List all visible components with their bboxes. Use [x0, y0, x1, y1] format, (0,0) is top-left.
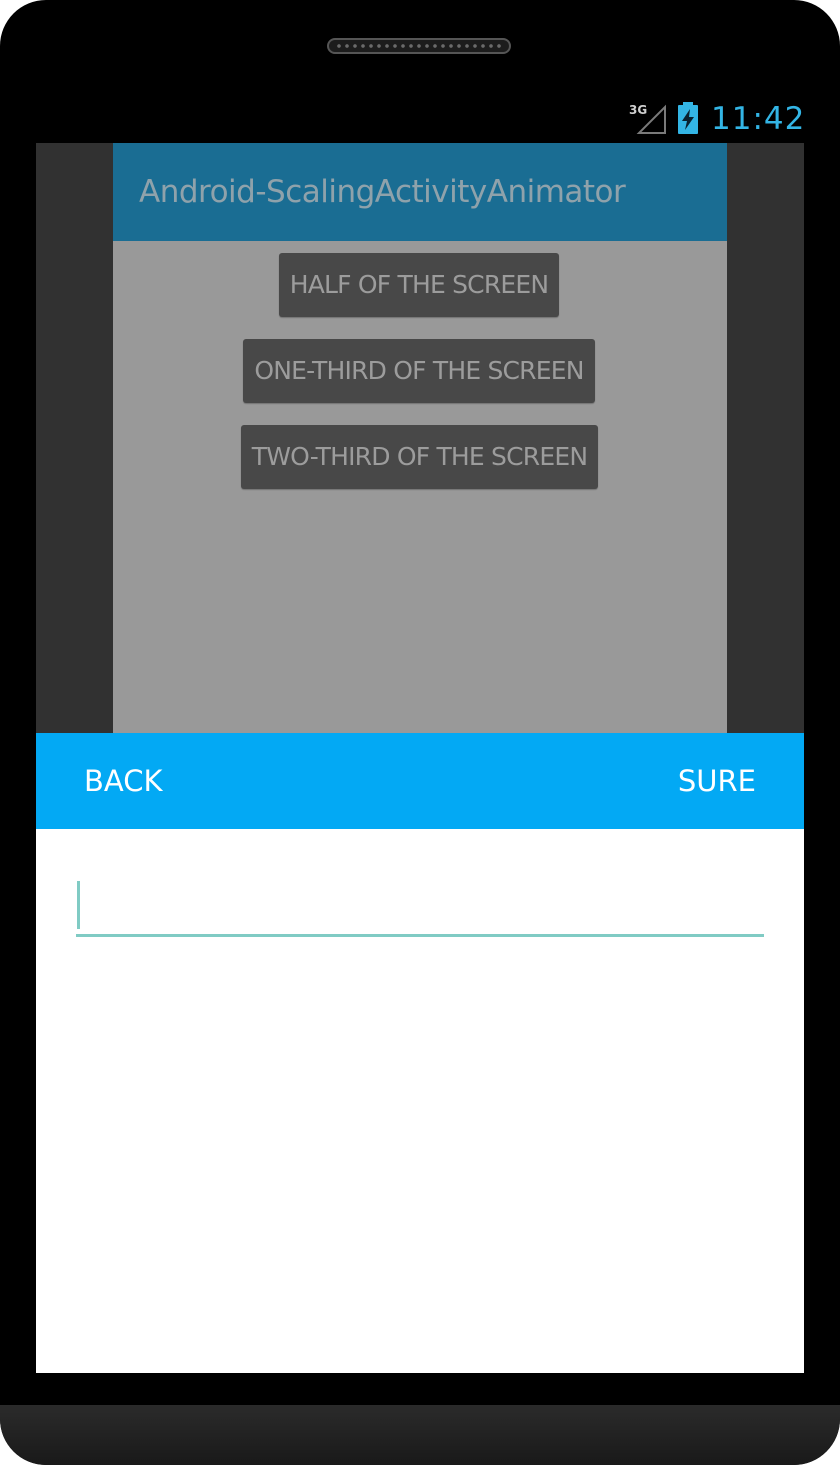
signal-3g-icon: 3G [629, 103, 666, 134]
action-bar: Android-ScalingActivityAnimator [113, 143, 727, 241]
input-panel [36, 829, 804, 1373]
battery-charging-icon [678, 102, 698, 134]
status-bar: 3G 11:42 [36, 95, 804, 143]
scaled-activity: Android-ScalingActivityAnimator HALF OF … [113, 143, 727, 733]
action-bar-title: Android-ScalingActivityAnimator [139, 174, 626, 210]
svg-text:3G: 3G [629, 103, 647, 117]
text-cursor [77, 881, 80, 929]
sure-button[interactable]: SURE [678, 763, 756, 799]
half-screen-button[interactable]: HALF OF THE SCREEN [279, 253, 559, 317]
screen: Android-ScalingActivityAnimator HALF OF … [36, 143, 804, 1373]
earpiece-speaker [327, 38, 511, 54]
one-third-screen-button[interactable]: ONE-THIRD OF THE SCREEN [243, 339, 595, 403]
text-input-field[interactable] [76, 877, 764, 937]
dimmed-background: Android-ScalingActivityAnimator HALF OF … [36, 143, 804, 733]
dialog-toolbar: BACK SURE [36, 733, 804, 829]
back-button[interactable]: BACK [84, 763, 163, 799]
bottom-bezel [0, 1405, 840, 1465]
two-third-screen-button[interactable]: TWO-THIRD OF THE SCREEN [241, 425, 598, 489]
status-clock: 11:42 [711, 101, 806, 137]
phone-frame: 3G 11:42 Android-ScalingActivityAnimator… [0, 0, 840, 1465]
